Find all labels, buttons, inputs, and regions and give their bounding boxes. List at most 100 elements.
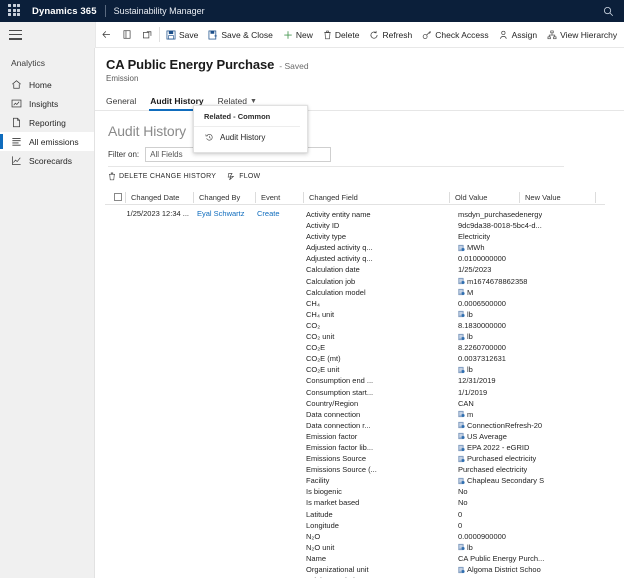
cell-event[interactable]: Create [255, 209, 303, 578]
table-row[interactable]: 1/25/2023 12:34 ... Eyal Schwartz Create… [105, 205, 605, 578]
page-body: Analytics Home Insights Reporting All em… [0, 48, 624, 578]
cell-changed-by[interactable]: Eyal Schwartz [193, 209, 255, 578]
new-value-item: 8.2260700000 [458, 342, 585, 353]
list-icon [12, 137, 21, 146]
changed-by-link[interactable]: Eyal Schwartz [197, 209, 245, 218]
flyout-item-audit-history[interactable]: Audit History [194, 127, 307, 142]
changed-field-item: Is market based [306, 498, 360, 508]
refresh-button[interactable]: Refresh [364, 22, 417, 48]
column-header-new-value[interactable]: New Value [519, 191, 595, 203]
sidebar-item-insights[interactable]: Insights [0, 94, 94, 113]
chevron-down-icon[interactable]: ▼ [250, 98, 257, 105]
new-value-item: 1/1/2019 [458, 387, 585, 398]
new-label: New [295, 29, 313, 40]
check-access-button[interactable]: Check Access [417, 22, 493, 48]
refresh-icon [371, 30, 378, 39]
new-value-item[interactable]: Purchased electricity [458, 453, 585, 464]
check-access-label: Check Access [435, 29, 489, 40]
form-selector-button[interactable] [117, 22, 137, 48]
new-value-item: 0 [458, 520, 585, 531]
save-button[interactable]: Save [161, 22, 203, 48]
new-value-text: MWh [467, 243, 485, 253]
changed-field-item: Longitude [306, 520, 339, 530]
column-header-old-value[interactable]: Old Value [449, 191, 519, 203]
new-value-text: lb [467, 542, 473, 552]
changed-field-item: Calculation model [306, 287, 366, 297]
new-value-item[interactable]: m [458, 409, 585, 420]
changed-field-item: Latitude [306, 509, 333, 519]
new-value-text: EPA 2022 - eGRID [467, 442, 530, 452]
new-value-item[interactable]: Chapleau Secondary S [458, 475, 585, 486]
select-all-header[interactable] [105, 192, 125, 203]
filter-on-value: All Fields [150, 150, 183, 159]
new-value-text: lb [467, 332, 473, 342]
new-value-item[interactable]: lb [458, 331, 585, 342]
lookup-record-icon [458, 455, 465, 462]
new-value-item[interactable]: lb [458, 309, 585, 320]
audit-flow-button[interactable]: FLOW [227, 172, 260, 181]
top-brand-bar: Dynamics 365 Sustainability Manager [0, 0, 624, 22]
sidebar-item-home[interactable]: Home [0, 75, 94, 94]
column-header-changed-by[interactable]: Changed By [193, 191, 255, 203]
tab-general[interactable]: General [106, 92, 136, 111]
lookup-record-icon [458, 278, 465, 285]
sidebar-item-reporting[interactable]: Reporting [0, 113, 94, 132]
new-value-item[interactable]: Algoma District Schoo [458, 564, 585, 575]
changed-field-item: Consumption start... [306, 387, 374, 397]
trash-icon [109, 172, 115, 181]
new-value-item[interactable]: lb [458, 542, 585, 553]
cell-changed-field-list: Activity entity name Activity ID Activity … [303, 209, 449, 578]
related-flyout-menu[interactable]: Related - Common Audit History [193, 105, 308, 153]
hamburger-menu-icon[interactable] [9, 29, 22, 40]
popout-button[interactable] [137, 22, 158, 48]
column-header-changed-field[interactable]: Changed Field [303, 191, 449, 203]
changed-field-item: Emissions Source [306, 454, 367, 464]
new-value-item[interactable]: EPA 2022 - eGRID [458, 442, 585, 453]
lookup-record-icon [458, 289, 465, 296]
new-value-item[interactable]: ConnectionRefresh-20 [458, 420, 585, 431]
new-value-item[interactable]: lb [458, 364, 585, 375]
search-icon[interactable] [603, 0, 614, 22]
entity-name: Emission [106, 74, 139, 83]
command-bar: Save Save & Close New Delete Refresh Che… [0, 21, 624, 48]
sidebar-label-reporting: Reporting [29, 117, 66, 128]
changed-field-item: Adjusted activity q... [306, 243, 373, 253]
new-button[interactable]: New [278, 22, 318, 48]
scorecard-icon [11, 156, 21, 166]
save-and-close-button[interactable]: Save & Close [203, 22, 278, 48]
column-header-event[interactable]: Event [255, 191, 303, 203]
new-value-item[interactable]: US Average [458, 431, 585, 442]
new-value-text: lb [467, 365, 473, 375]
new-value-item: 0 [458, 509, 585, 520]
new-value-text: 8.1830000000 [458, 320, 506, 330]
new-value-item: No [458, 486, 585, 497]
select-all-checkbox[interactable] [113, 193, 122, 201]
lookup-record-icon [458, 411, 465, 418]
back-button[interactable] [96, 22, 117, 48]
new-value-item[interactable]: M [458, 287, 585, 298]
new-value-text: 0 [458, 520, 463, 530]
new-value-text: 8.2260700000 [458, 343, 506, 353]
delete-change-history-button[interactable]: DELETE CHANGE HISTORY [108, 172, 216, 181]
assign-button[interactable]: Assign [494, 22, 543, 48]
audit-history-grid: Changed Date Changed By Event Changed Fi… [105, 190, 605, 578]
lookup-record-icon [458, 244, 465, 251]
product-name: Dynamics 365 [32, 5, 97, 17]
new-value-item: No [458, 497, 585, 508]
new-value-item[interactable]: m1674678862358 [458, 276, 585, 287]
sidebar-item-all-emissions[interactable]: All emissions [0, 132, 94, 151]
view-hierarchy-button[interactable]: View Hierarchy [542, 22, 622, 48]
new-value-item[interactable]: MWh [458, 242, 585, 253]
lookup-record-icon [458, 444, 465, 451]
column-header-changed-date[interactable]: Changed Date [125, 191, 193, 203]
event-link[interactable]: Create [257, 209, 280, 218]
sidebar-item-scorecards[interactable]: Scorecards [0, 151, 94, 170]
delete-button[interactable]: Delete [318, 22, 365, 48]
changed-field-item: CO₂ unit [306, 332, 335, 342]
plus-icon [284, 30, 292, 39]
form-tabs: General Audit History Related ▼ [95, 92, 624, 111]
changed-field-item: CO₂E (mt) [306, 354, 341, 364]
new-value-text: US Average [467, 431, 507, 441]
new-value-text: 0 [458, 509, 463, 519]
app-launcher-icon[interactable] [8, 4, 22, 18]
